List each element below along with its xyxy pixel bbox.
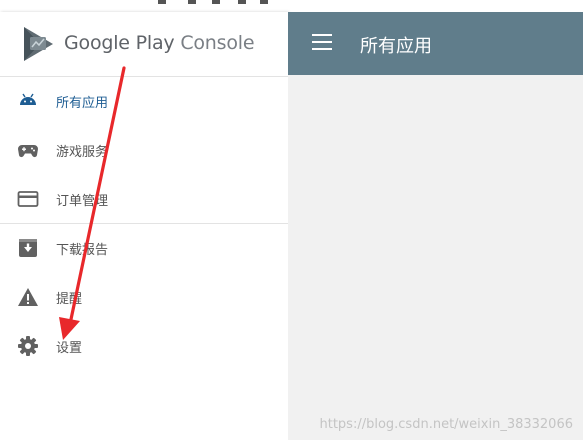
cut-off-glyph xyxy=(238,0,246,4)
nav-item-label: 下载报告 xyxy=(56,243,109,258)
hamburger-menu-icon[interactable] xyxy=(312,34,332,52)
nav-item-settings[interactable]: 设置 xyxy=(0,322,288,371)
nav-item-orders[interactable]: 订单管理 xyxy=(0,175,288,224)
nav-item-all-apps[interactable]: 所有应用 xyxy=(0,77,288,126)
navigation-drawer: Google Play Console 所有应用 游戏服务 订单管理 下载报告 … xyxy=(0,12,288,440)
top-app-bar: 所有应用 xyxy=(288,12,583,75)
page-title: 所有应用 xyxy=(360,36,432,57)
nav-item-label: 订单管理 xyxy=(56,194,109,209)
brand-product: Console xyxy=(180,32,255,54)
warning-icon xyxy=(18,288,38,306)
cut-off-glyph xyxy=(212,0,220,4)
gear-icon xyxy=(18,336,38,356)
screen: Google Play Console 所有应用 游戏服务 订单管理 下载报告 … xyxy=(0,0,583,440)
gamepad-icon xyxy=(18,145,38,158)
brand-wordmark: Google Play Console xyxy=(64,32,255,54)
nav-item-game-services[interactable]: 游戏服务 xyxy=(0,126,288,175)
cut-off-glyph xyxy=(188,0,196,4)
nav-item-label: 游戏服务 xyxy=(56,145,109,160)
cut-off-glyph xyxy=(158,0,166,4)
nav-item-alerts[interactable]: 提醒 xyxy=(0,273,288,322)
download-box-icon xyxy=(19,239,37,257)
play-console-logo-icon xyxy=(24,27,53,61)
nav-item-download-reports[interactable]: 下载报告 xyxy=(0,224,288,273)
main-content-area xyxy=(288,75,583,440)
brand-header[interactable]: Google Play Console xyxy=(0,12,288,77)
watermark: https://blog.csdn.net/weixin_38332066 xyxy=(319,417,573,432)
android-icon xyxy=(20,93,36,105)
nav-item-label: 所有应用 xyxy=(56,96,109,111)
cut-off-glyph xyxy=(260,0,268,4)
nav-item-label: 设置 xyxy=(56,341,83,356)
nav-item-label: 提醒 xyxy=(56,292,83,307)
credit-card-icon xyxy=(17,191,39,207)
brand-name: Google Play xyxy=(64,32,175,54)
